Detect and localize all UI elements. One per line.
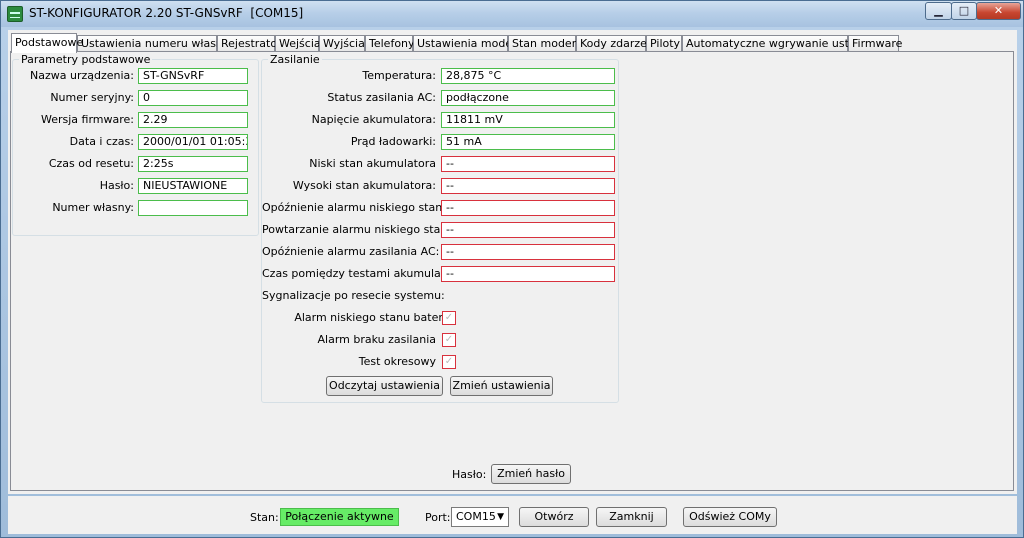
- label-periodic-test: Test okresowy: [358, 355, 436, 368]
- label-temperature: Temperatura:: [362, 69, 436, 82]
- tab-telefony[interactable]: Telefony: [365, 35, 415, 52]
- power-loss-alarm-checkbox[interactable]: ✓: [442, 333, 456, 347]
- label-battery-voltage: Napięcie akumulatora:: [311, 113, 436, 126]
- label-battery-test-interval: Czas pomiędzy testami akumulatora:: [262, 267, 467, 280]
- date-time-field[interactable]: 2000/01/01 01:05:34: [138, 134, 248, 150]
- title-bar[interactable]: ST-KONFIGURATOR 2.20 ST-GNSvRF [COM15] ▁…: [1, 1, 1023, 27]
- tab-firmware[interactable]: Firmware: [848, 35, 902, 52]
- status-bar: Stan: Połączenie aktywne Port: COM15 ▼ O…: [8, 496, 1017, 534]
- tab-wyjscia[interactable]: Wyjścia: [319, 35, 365, 52]
- label-low-battery-repeat: Powtarzanie alarmu niskiego stanu aku:: [262, 223, 482, 236]
- uptime-field[interactable]: 2:25s: [138, 156, 248, 172]
- label-uptime: Czas od resetu:: [48, 157, 134, 170]
- minimize-button[interactable]: ▁: [925, 2, 952, 20]
- port-label: Port:: [425, 511, 451, 524]
- label-password: Hasło:: [99, 179, 134, 192]
- read-settings-button[interactable]: Odczytaj ustawienia: [326, 376, 443, 396]
- label-low-battery: Niski stan akumulatora: [309, 157, 436, 170]
- label-ac-alarm-delay: Opóźnienie alarmu zasilania AC:: [262, 245, 440, 258]
- tab-automatyczne-wgrywanie[interactable]: Automatyczne wgrywanie ustawień: [682, 35, 881, 52]
- password-status-field[interactable]: NIEUSTAWIONE: [138, 178, 248, 194]
- serial-number-field[interactable]: 0: [138, 90, 248, 106]
- label-device-name: Nazwa urządzenia:: [30, 69, 134, 82]
- change-password-button[interactable]: Zmień hasło: [491, 464, 571, 484]
- charger-current-field[interactable]: 51 mA: [441, 134, 615, 150]
- window-title: ST-KONFIGURATOR 2.20 ST-GNSvRF [COM15]: [29, 6, 304, 20]
- tab-wejscia[interactable]: Wejścia: [275, 35, 321, 52]
- low-battery-repeat-field[interactable]: --: [441, 222, 615, 238]
- label-power-loss-alarm: Alarm braku zasilania: [317, 333, 436, 346]
- label-ac-status: Status zasilania AC:: [327, 91, 436, 104]
- maximize-button[interactable]: □: [951, 2, 977, 20]
- app-window: ST-KONFIGURATOR 2.20 ST-GNSvRF [COM15] ▁…: [0, 0, 1024, 538]
- label-charger-current: Prąd ładowarki:: [350, 135, 436, 148]
- tab-rejestrator[interactable]: Rejestrator: [217, 35, 282, 52]
- tab-ustawienia-numeru[interactable]: Ustawienia numeru własnego: [77, 35, 243, 52]
- connection-status-badge: Połączenie aktywne: [280, 508, 399, 526]
- label-low-battery-delay: Opóźnienie alarmu niskiego stanu aku:: [262, 201, 477, 214]
- reset-signals-heading: Sygnalizacje po resecie systemu:: [262, 289, 445, 302]
- client-area: Podstawowe Ustawienia numeru własnego Re…: [8, 30, 1017, 494]
- tab-piloty[interactable]: Piloty: [646, 35, 682, 52]
- low-battery-alarm-checkbox[interactable]: ✓: [442, 311, 456, 325]
- change-settings-button[interactable]: Zmień ustawienia: [450, 376, 553, 396]
- password-label: Hasło:: [452, 468, 487, 481]
- label-serial-number: Numer seryjny:: [50, 91, 134, 104]
- power-legend: Zasilanie: [268, 53, 322, 66]
- periodic-test-checkbox[interactable]: ✓: [442, 355, 456, 369]
- tab-podstawowe[interactable]: Podstawowe: [11, 33, 83, 53]
- tab-kody-zdarzen[interactable]: Kody zdarzeń: [576, 35, 654, 52]
- ac-alarm-delay-field[interactable]: --: [441, 244, 615, 260]
- label-own-number: Numer własny:: [52, 201, 134, 214]
- state-label: Stan:: [250, 511, 279, 524]
- ac-status-field[interactable]: podłączone: [441, 90, 615, 106]
- chevron-down-icon: ▼: [497, 512, 504, 522]
- device-name-field[interactable]: ST-GNSvRF: [138, 68, 248, 84]
- tab-stan-modemu[interactable]: Stan modemu: [508, 35, 589, 52]
- label-high-battery: Wysoki stan akumulatora:: [292, 179, 436, 192]
- low-battery-delay-field[interactable]: --: [441, 200, 615, 216]
- close-port-button[interactable]: Zamknij: [596, 507, 667, 527]
- high-battery-field[interactable]: --: [441, 178, 615, 194]
- tab-ustawienia-modemu[interactable]: Ustawienia modemu: [413, 35, 530, 52]
- app-logo-icon: [7, 6, 23, 22]
- battery-voltage-field[interactable]: 11811 mV: [441, 112, 615, 128]
- refresh-ports-button[interactable]: Odśwież COMy: [683, 507, 777, 527]
- basic-params-group: Parametry podstawowe Nazwa urządzenia: S…: [12, 53, 259, 236]
- temperature-field[interactable]: 28,875 °C: [441, 68, 615, 84]
- own-number-field[interactable]: [138, 200, 248, 216]
- firmware-version-field[interactable]: 2.29: [138, 112, 248, 128]
- label-firmware-version: Wersja firmware:: [40, 113, 134, 126]
- battery-test-interval-field[interactable]: --: [441, 266, 615, 282]
- port-select-value: COM15: [456, 510, 496, 523]
- basic-params-legend: Parametry podstawowe: [19, 53, 153, 66]
- power-group: Zasilanie Temperatura: 28,875 °C Status …: [261, 53, 619, 403]
- label-date-time: Data i czas:: [69, 135, 134, 148]
- label-low-battery-alarm: Alarm niskiego stanu baterii: [294, 311, 449, 324]
- low-battery-field[interactable]: --: [441, 156, 615, 172]
- close-window-button[interactable]: ✕: [976, 2, 1021, 20]
- port-select[interactable]: COM15 ▼: [451, 507, 509, 527]
- open-port-button[interactable]: Otwórz: [519, 507, 589, 527]
- tab-panel-podstawowe: Parametry podstawowe Nazwa urządzenia: S…: [10, 51, 1014, 491]
